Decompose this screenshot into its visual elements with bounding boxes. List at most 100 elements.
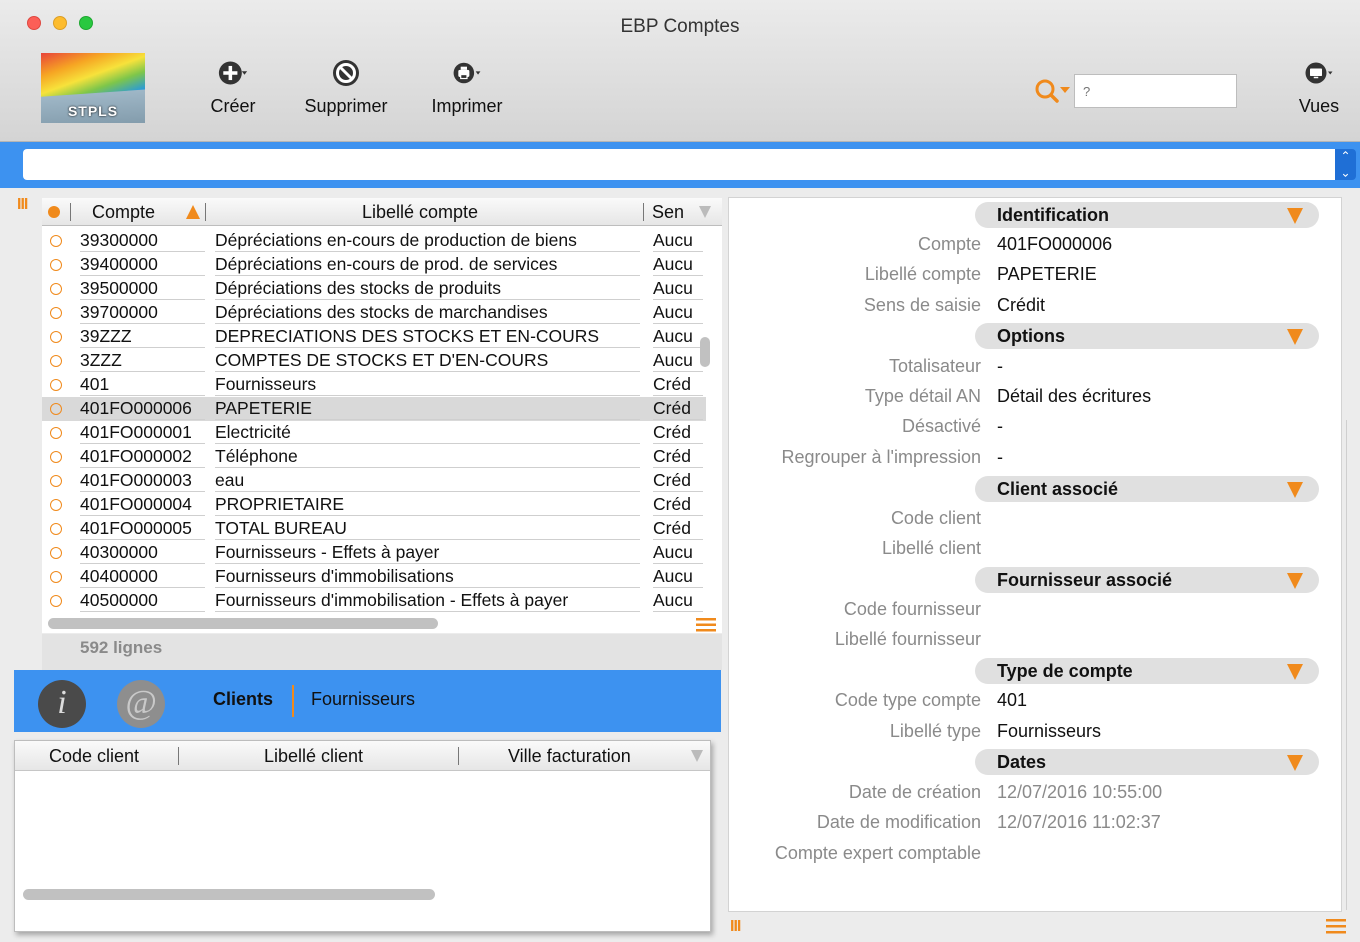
table-row[interactable]: 401FO000004 PROPRIETAIRE Créd	[42, 493, 706, 517]
search-input[interactable]	[1074, 74, 1237, 108]
cell-libelle: eau	[215, 469, 640, 492]
status-circle-icon[interactable]	[50, 475, 62, 487]
filter-combo-stepper[interactable]: ⌃ ⌃	[1335, 149, 1356, 180]
header-sens[interactable]: Sen	[652, 202, 684, 223]
collapse-triangle-icon[interactable]	[1287, 208, 1303, 224]
collapse-triangle-icon[interactable]	[1287, 329, 1303, 345]
table-row[interactable]: 401 Fournisseurs Créd	[42, 373, 706, 397]
clients-table: Code client Libellé client Ville factura…	[14, 740, 711, 932]
print-button[interactable]: Imprimer	[424, 58, 510, 117]
company-logo-text: STPLS	[67, 103, 119, 119]
header-code-client[interactable]: Code client	[49, 746, 139, 767]
delete-button-label: Supprimer	[304, 96, 388, 116]
accounts-vertical-scrollbar[interactable]	[700, 337, 710, 367]
label-sens-saisie: Sens de saisie	[863, 295, 981, 315]
table-row[interactable]: 40400000 Fournisseurs d'immobilisations Au…	[42, 565, 706, 589]
cell-libelle: Fournisseurs - Effets à payer	[215, 541, 640, 564]
row-count: 592 lignes	[80, 638, 163, 657]
status-column-dot-icon[interactable]	[48, 206, 60, 218]
company-logo: STPLS	[41, 53, 145, 123]
prohibited-icon	[333, 60, 359, 86]
section-identification[interactable]: Identification	[975, 202, 1319, 228]
cell-libelle: TOTAL BUREAU	[215, 517, 640, 540]
value-compte: 401FO000006	[997, 234, 1113, 254]
collapse-triangle-icon[interactable]	[1287, 664, 1303, 680]
status-circle-icon[interactable]	[50, 595, 62, 607]
header-compte[interactable]: Compte	[92, 202, 155, 223]
table-row[interactable]: 39300000 Dépréciations en-cours de produc…	[42, 229, 706, 253]
section-client-associe[interactable]: Client associé	[975, 476, 1319, 502]
header-libelle[interactable]: Libellé compte	[362, 202, 478, 223]
section-options[interactable]: Options	[975, 323, 1319, 349]
value-type-detail: Détail des écritures	[997, 386, 1152, 406]
table-row[interactable]: 39ZZZ DEPRECIATIONS DES STOCKS ET EN-COUR…	[42, 325, 706, 349]
table-row[interactable]: 401FO000001 Electricité Créd	[42, 421, 706, 445]
header-ville-facturation[interactable]: Ville facturation	[508, 746, 631, 767]
status-circle-icon[interactable]	[50, 355, 62, 367]
section-client-title: Client associé	[997, 479, 1119, 499]
cell-libelle: PAPETERIE	[215, 397, 640, 420]
status-circle-icon[interactable]	[50, 259, 62, 271]
column-menu-icon[interactable]	[698, 205, 712, 219]
cell-libelle: Dépréciations en-cours de production de …	[215, 229, 640, 252]
detail-menu-icon[interactable]	[1326, 918, 1346, 936]
delete-button[interactable]: Supprimer	[298, 58, 394, 117]
detail-grip-icon[interactable]: III	[730, 918, 741, 936]
status-circle-icon[interactable]	[50, 523, 62, 535]
label-libelle-compte: Libellé compte	[864, 264, 981, 284]
status-circle-icon[interactable]	[50, 499, 62, 511]
table-row[interactable]: 401FO000002 Téléphone Créd	[42, 445, 706, 469]
status-circle-icon[interactable]	[50, 307, 62, 319]
table-row[interactable]: 39700000 Dépréciations des stocks de marc…	[42, 301, 706, 325]
column-grip-icon[interactable]: III	[17, 196, 28, 214]
header-libelle-client[interactable]: Libellé client	[264, 746, 363, 767]
tab-fournisseurs[interactable]: Fournisseurs	[311, 689, 415, 710]
status-circle-icon[interactable]	[50, 331, 62, 343]
cell-compte: 39400000	[80, 253, 205, 276]
list-menu-icon[interactable]	[696, 617, 716, 633]
cell-compte: 39500000	[80, 277, 205, 300]
status-circle-icon[interactable]	[50, 283, 62, 295]
info-icon[interactable]: i	[38, 680, 86, 728]
collapse-triangle-icon[interactable]	[1287, 573, 1303, 589]
cell-compte: 401FO000005	[80, 517, 205, 540]
cell-compte: 40500000	[80, 589, 205, 612]
table-row[interactable]: 401FO000005 TOTAL BUREAU Créd	[42, 517, 706, 541]
accounts-horizontal-scrollbar[interactable]	[48, 618, 438, 629]
section-type-compte[interactable]: Type de compte	[975, 658, 1319, 684]
collapse-triangle-icon[interactable]	[1287, 482, 1303, 498]
status-circle-icon[interactable]	[50, 235, 62, 247]
table-row[interactable]: 401FO000003 eau Créd	[42, 469, 706, 493]
table-row[interactable]: 3ZZZ COMPTES DE STOCKS ET D'EN-COURS Aucu	[42, 349, 706, 373]
at-icon[interactable]: @	[117, 680, 165, 728]
section-dates[interactable]: Dates	[975, 749, 1319, 775]
cell-libelle: Electricité	[215, 421, 640, 444]
table-row[interactable]: 39400000 Dépréciations en-cours de prod. …	[42, 253, 706, 277]
filter-combo-box[interactable]	[23, 149, 1338, 180]
cell-libelle: Fournisseurs d'immobilisations	[215, 565, 640, 588]
sort-ascending-icon[interactable]	[185, 204, 201, 220]
collapse-triangle-icon[interactable]	[1287, 755, 1303, 771]
clients-table-header: Code client Libellé client Ville factura…	[15, 741, 710, 771]
cell-sens: Aucu	[653, 325, 703, 348]
toolbar: EBP Comptes STPLS Créer Supprimer Imprim…	[0, 0, 1360, 142]
clients-horizontal-scrollbar[interactable]	[23, 889, 435, 900]
section-identification-title: Identification	[997, 205, 1109, 225]
status-circle-icon[interactable]	[50, 571, 62, 583]
section-fournisseur-associe[interactable]: Fournisseur associé	[975, 567, 1319, 593]
table-row[interactable]: 39500000 Dépréciations des stocks de prod…	[42, 277, 706, 301]
label-date-creation: Date de création	[848, 782, 981, 802]
status-circle-icon[interactable]	[50, 403, 62, 415]
status-circle-icon[interactable]	[50, 451, 62, 463]
table-row[interactable]: 40300000 Fournisseurs - Effets à payer Auc…	[42, 541, 706, 565]
table-row[interactable]: 401FO000006 PAPETERIE Créd	[42, 397, 706, 421]
status-circle-icon[interactable]	[50, 547, 62, 559]
views-button[interactable]: Vues	[1288, 58, 1350, 117]
status-circle-icon[interactable]	[50, 379, 62, 391]
create-button[interactable]: Créer	[198, 58, 268, 117]
table-row[interactable]: 40500000 Fournisseurs d'immobilisation - …	[42, 589, 706, 613]
status-circle-icon[interactable]	[50, 427, 62, 439]
tab-clients[interactable]: Clients	[213, 689, 273, 710]
search-icon[interactable]	[1034, 78, 1072, 104]
column-menu-icon[interactable]	[690, 749, 704, 763]
